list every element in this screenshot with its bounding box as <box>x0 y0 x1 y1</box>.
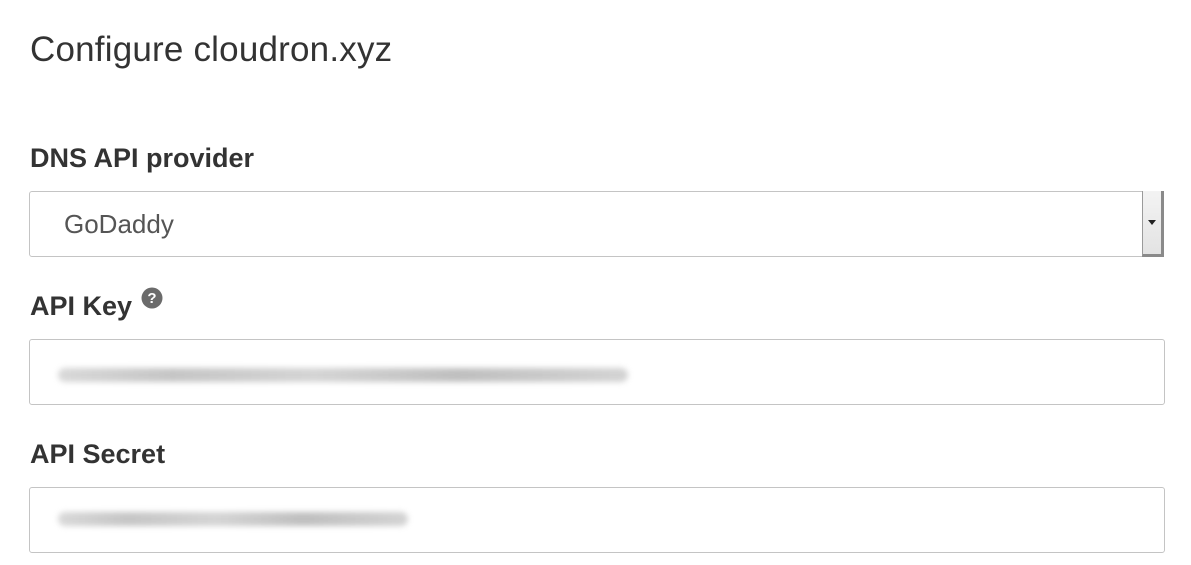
dns-provider-select[interactable]: GoDaddy <box>29 191 1164 257</box>
api-secret-label-text: API Secret <box>30 439 166 469</box>
redacted-api-key-value <box>58 368 628 382</box>
redacted-api-secret-value <box>58 512 408 526</box>
dns-provider-label: DNS API provider <box>30 143 254 174</box>
dns-provider-label-text: DNS API provider <box>30 143 255 173</box>
chevron-down-icon <box>1148 220 1156 225</box>
api-key-label-text: API Key <box>30 291 133 321</box>
question-circle-icon[interactable]: ? <box>141 285 163 309</box>
api-key-label: API Key ? <box>30 287 163 322</box>
dropdown-arrow-button[interactable] <box>1142 191 1164 257</box>
api-secret-label: API Secret <box>30 439 165 470</box>
api-key-input[interactable] <box>29 339 1165 405</box>
api-secret-input[interactable] <box>29 487 1165 553</box>
svg-text:?: ? <box>147 290 156 307</box>
configure-domain-page: Configure cloudron.xyz DNS API provider … <box>0 0 1191 565</box>
dns-provider-selected-value: GoDaddy <box>64 209 174 239</box>
page-title: Configure cloudron.xyz <box>30 30 393 69</box>
